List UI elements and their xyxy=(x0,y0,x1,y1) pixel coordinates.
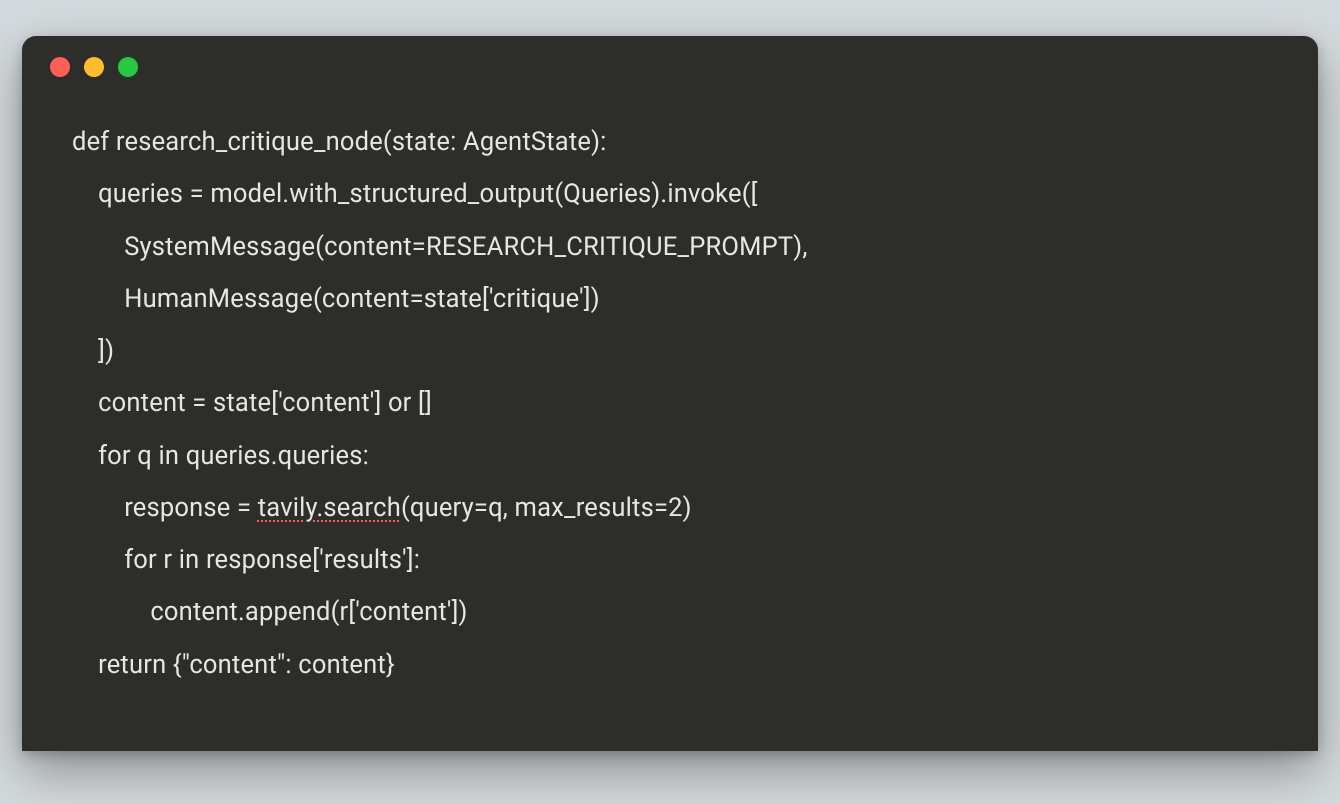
code-line: HumanMessage(content=state['critique']) xyxy=(72,273,1268,325)
code-line: ]) xyxy=(72,325,1268,377)
code-text: for r in response['results']: xyxy=(124,545,420,575)
code-text: (query=q, max_results=2) xyxy=(401,493,692,523)
code-line: def research_critique_node(state: AgentS… xyxy=(72,116,1268,168)
code-line: for r in response['results']: xyxy=(72,534,1268,586)
window-titlebar xyxy=(22,36,1318,98)
maximize-icon[interactable] xyxy=(118,57,138,77)
code-text: response = xyxy=(124,493,258,523)
code-line: queries = model.with_structured_output(Q… xyxy=(72,168,1268,220)
code-text: ]) xyxy=(98,336,114,366)
code-text: def research_critique_node(state: AgentS… xyxy=(72,127,607,157)
code-line: for q in queries.queries: xyxy=(72,430,1268,482)
close-icon[interactable] xyxy=(50,57,70,77)
code-line: return {"content": content} xyxy=(72,639,1268,691)
code-text: return {"content": content} xyxy=(98,650,395,680)
code-text: queries = model.with_structured_output(Q… xyxy=(98,179,758,209)
code-text: HumanMessage(content=state['critique']) xyxy=(124,284,600,314)
code-line: response = tavily.search(query=q, max_re… xyxy=(72,482,1268,534)
code-window: def research_critique_node(state: AgentS… xyxy=(22,36,1318,751)
code-line: content.append(r['content']) xyxy=(72,586,1268,638)
spellcheck-underline: tavily.search xyxy=(258,493,401,523)
code-text: content = state['content'] or [] xyxy=(98,388,432,418)
code-line: SystemMessage(content=RESEARCH_CRITIQUE_… xyxy=(72,221,1268,273)
code-line: content = state['content'] or [] xyxy=(72,377,1268,429)
code-text: content.append(r['content']) xyxy=(150,597,467,627)
minimize-icon[interactable] xyxy=(84,57,104,77)
code-block: def research_critique_node(state: AgentS… xyxy=(22,98,1318,751)
code-text: SystemMessage(content=RESEARCH_CRITIQUE_… xyxy=(124,232,807,262)
code-text: for q in queries.queries: xyxy=(98,441,369,471)
